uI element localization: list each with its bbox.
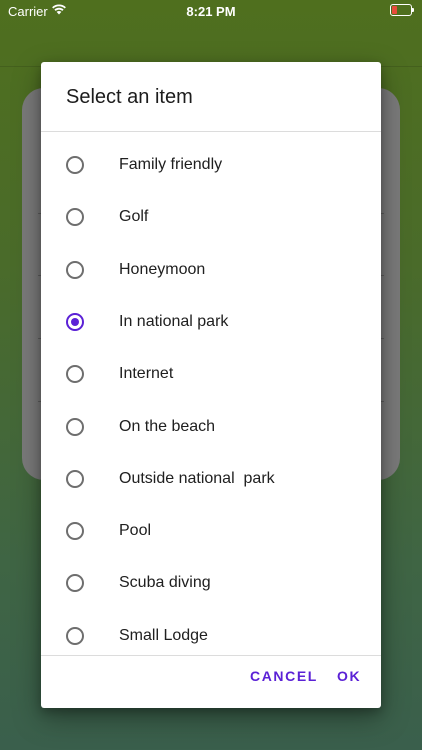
dialog-title: Select an item (66, 86, 193, 108)
option-item[interactable]: Small Lodge (41, 610, 381, 662)
option-label: Internet (119, 365, 174, 383)
option-item[interactable]: On the beach (41, 401, 381, 453)
option-item[interactable]: Outside national park (41, 453, 381, 505)
radio-unselected-icon[interactable] (66, 156, 84, 174)
option-label: Scuba diving (119, 574, 211, 592)
option-item[interactable]: In national park (41, 296, 381, 348)
select-item-dialog: Select an item Family friendly Golf Honeym… (41, 62, 381, 708)
option-item[interactable]: Honeymoon (41, 244, 381, 296)
cancel-button[interactable]: CANCEL (250, 668, 318, 684)
radio-unselected-icon[interactable] (66, 208, 84, 227)
radio-selected-icon[interactable] (66, 312, 84, 331)
radio-dot-icon (71, 317, 79, 326)
option-label: On the beach (119, 417, 216, 435)
option-item[interactable]: Family friendly (41, 139, 381, 191)
battery-charging-icon (390, 4, 414, 16)
ok-button[interactable]: OK (337, 668, 361, 684)
option-item[interactable]: Internet (41, 348, 381, 400)
option-label: Golf (119, 208, 149, 226)
option-label: Small Lodge (119, 626, 208, 644)
status-time: 8:21 PM (186, 4, 236, 19)
option-label: Outside national park (119, 469, 275, 487)
status-bar: Carrier 8:21 PM (0, 0, 422, 22)
radio-unselected-icon[interactable] (66, 469, 84, 488)
option-item[interactable]: Pool (41, 505, 381, 557)
title-divider (41, 131, 381, 132)
dialog-actions: CANCEL OK (41, 656, 381, 708)
option-label: In national park (119, 312, 229, 330)
radio-unselected-icon[interactable] (66, 260, 84, 279)
radio-unselected-icon[interactable] (66, 417, 84, 436)
radio-unselected-icon[interactable] (66, 365, 84, 384)
option-label: Honeymoon (119, 260, 206, 278)
radio-unselected-icon[interactable] (66, 574, 84, 593)
option-item[interactable]: Golf (41, 191, 381, 243)
option-label: Pool (119, 522, 152, 540)
option-label: Family friendly (119, 156, 223, 173)
radio-unselected-icon[interactable] (66, 522, 84, 541)
radio-unselected-icon[interactable] (66, 626, 84, 645)
option-item[interactable]: Scuba diving (41, 557, 381, 609)
